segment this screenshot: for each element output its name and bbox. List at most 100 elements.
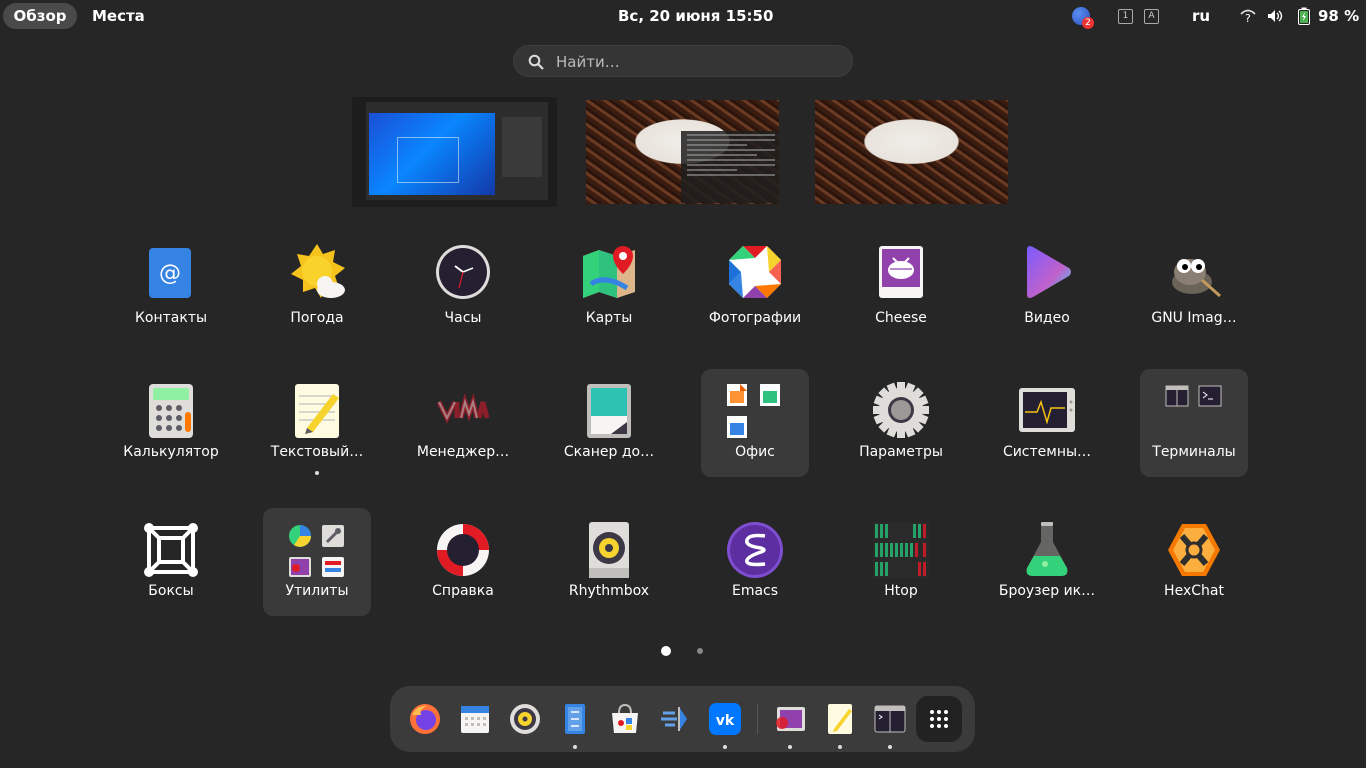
wifi-question-icon[interactable]: ? [1240, 9, 1256, 23]
cheese-icon [879, 246, 923, 298]
folder-office[interactable]: Офис [701, 369, 809, 477]
dock-software[interactable] [601, 695, 649, 743]
activities-label: Обзор [13, 7, 67, 25]
places-menu[interactable]: Места [92, 7, 145, 25]
folder-utilities[interactable]: Утилиты [263, 508, 371, 616]
keyboard-a-icon[interactable]: A [1144, 9, 1159, 24]
software-icon [612, 703, 638, 733]
gear-icon [873, 382, 929, 438]
flask-icon [1026, 522, 1068, 576]
app-videos[interactable]: Видео [993, 235, 1101, 343]
app-label: Карты [585, 310, 633, 326]
app-contacts[interactable]: @ Контакты [117, 235, 225, 343]
app-label: Rhythmbox [568, 583, 650, 599]
app-label: Менеджер… [416, 444, 510, 460]
app-label: Emacs [731, 583, 779, 599]
lifebuoy-icon [437, 524, 489, 576]
show-apps-icon [930, 710, 948, 728]
app-virt-manager[interactable]: Менеджер… [409, 369, 517, 477]
notification-app-icon[interactable]: 2 [1072, 7, 1094, 29]
app-label: Боксы [148, 583, 194, 599]
photos-icon [729, 246, 781, 298]
app-htop[interactable]: Htop [847, 508, 955, 616]
system-monitor-icon [1019, 388, 1075, 432]
workspace-thumbnail-1[interactable] [352, 97, 557, 207]
app-document-scanner[interactable]: Сканер до… [555, 369, 663, 477]
htop-icon [873, 522, 929, 578]
dock-vk[interactable]: vk [701, 695, 749, 749]
app-boxes[interactable]: Боксы [117, 508, 225, 616]
app-label: Htop [884, 583, 918, 599]
vk-icon: vk [709, 703, 741, 735]
folder-terminals[interactable]: Терминалы [1140, 369, 1248, 477]
app-weather[interactable]: Погода [263, 235, 371, 343]
calculator-icon [149, 384, 193, 438]
date-time[interactable]: Вс, 20 июня 15:50 [618, 7, 773, 25]
app-emacs[interactable]: Emacs [701, 508, 809, 616]
boxes-icon [144, 523, 198, 577]
dock-firefox[interactable] [401, 695, 449, 743]
app-label: Калькулятор [123, 444, 219, 460]
app-gimp[interactable]: GNU Imag… [1140, 235, 1248, 343]
app-label: Утилиты [285, 583, 349, 599]
battery-percentage: 98 % [1318, 7, 1360, 25]
dock-image-viewer[interactable] [766, 695, 814, 749]
running-indicator [838, 745, 842, 749]
running-indicator [788, 745, 792, 749]
dock-calendar[interactable] [451, 695, 499, 743]
files-icon [565, 704, 585, 734]
battery-icon[interactable] [1298, 7, 1310, 25]
app-label: Видео [1024, 310, 1070, 326]
search-input[interactable] [554, 51, 838, 73]
running-indicator [573, 745, 577, 749]
contacts-icon: @ [149, 248, 191, 298]
app-label: Контакты [134, 310, 208, 326]
search-box[interactable] [513, 45, 853, 77]
activities-button[interactable]: Обзор [3, 3, 77, 29]
page-indicator-2[interactable] [697, 648, 703, 654]
show-apps-button[interactable] [916, 696, 962, 742]
app-label: Текстовый… [270, 444, 364, 460]
running-indicator [723, 745, 727, 749]
dock-files[interactable] [551, 695, 599, 749]
tweaks-icon [322, 525, 344, 547]
page-indicator-1[interactable] [661, 646, 671, 656]
app-photos[interactable]: Фотографии [701, 235, 809, 343]
app-text-editor[interactable]: Текстовый… [263, 369, 371, 477]
app-hexchat[interactable]: HexChat [1140, 508, 1248, 616]
app-label: Сканер до… [563, 444, 655, 460]
workspace-thumbnail-2[interactable] [586, 100, 779, 204]
workspace-thumbnail-3[interactable] [815, 100, 1008, 204]
videos-icon [1027, 246, 1071, 298]
app-label: Фотографии [708, 310, 802, 326]
svg-text:vk: vk [716, 713, 735, 729]
app-label: Часы [444, 310, 482, 326]
dock-terminal[interactable] [866, 695, 914, 749]
app-label: Офис [735, 444, 775, 460]
app-settings[interactable]: Параметры [847, 369, 955, 477]
app-label: Броузер ик… [998, 583, 1096, 599]
app-system-monitor[interactable]: Системны… [993, 369, 1101, 477]
app-rhythmbox[interactable]: Rhythmbox [555, 508, 663, 616]
app-help[interactable]: Справка [409, 508, 517, 616]
dock-text-editor[interactable] [816, 695, 864, 749]
app-cheese[interactable]: Cheese [847, 235, 955, 343]
input-language[interactable]: ru [1192, 7, 1210, 25]
top-bar: Обзор Места Вс, 20 июня 15:50 2 1 A ru ?… [0, 0, 1366, 32]
app-clocks[interactable]: Часы [409, 235, 517, 343]
app-maps[interactable]: Карты [555, 235, 663, 343]
disk-usage-icon [289, 525, 311, 547]
calendar-icon [461, 706, 489, 733]
rhythmbox-icon [589, 522, 629, 578]
app-calculator[interactable]: Калькулятор [117, 369, 225, 477]
dock-rhythmbox[interactable] [501, 695, 549, 743]
volume-icon[interactable] [1267, 9, 1285, 23]
dock-transmission[interactable] [651, 695, 699, 743]
workspace-indicator-icon[interactable]: 1 [1118, 9, 1133, 24]
gimp-icon [1172, 259, 1221, 298]
connections-icon [322, 557, 344, 577]
app-icon-browser[interactable]: Броузер ик… [993, 508, 1101, 616]
terminal-icon [874, 705, 906, 733]
terminal-split-icon [1165, 385, 1189, 407]
app-label: Погода [290, 310, 344, 326]
